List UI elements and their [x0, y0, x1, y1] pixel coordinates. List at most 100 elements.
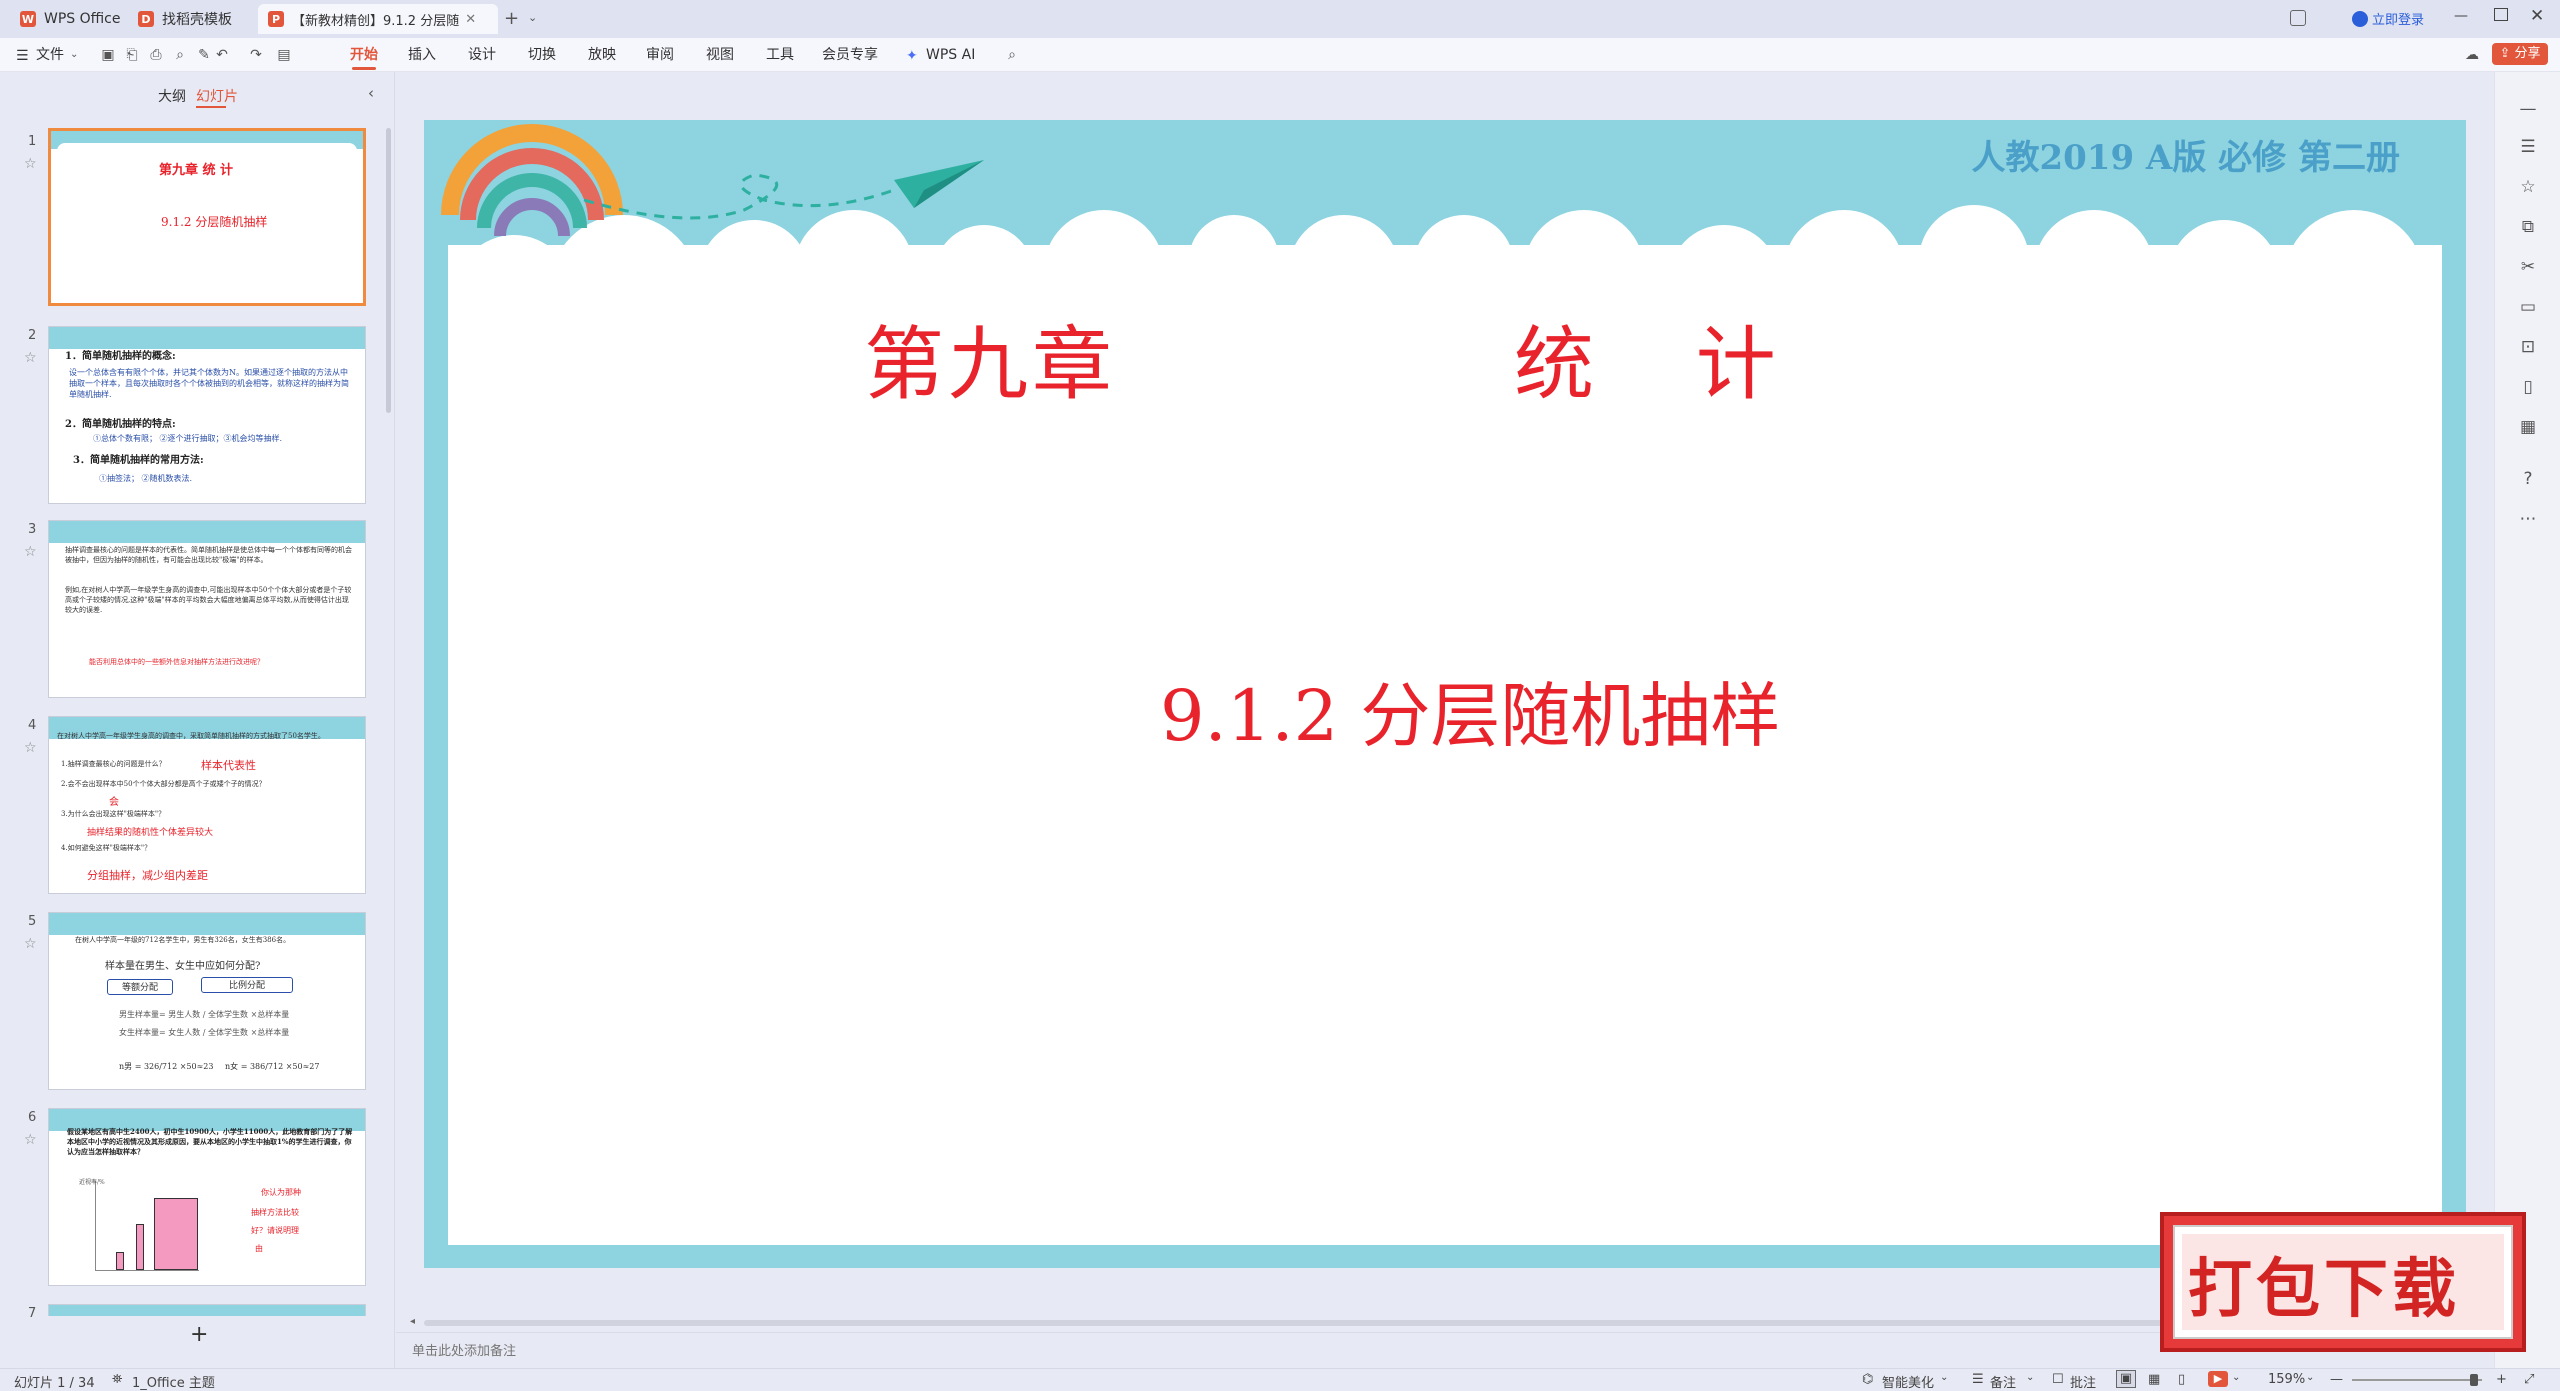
star-icon[interactable]: ☆ [24, 936, 37, 952]
slide-thumb-2[interactable]: 1．简单随机抽样的概念: 设一个总体含有有限个个体，并记其个体数为N。如果通过逐… [48, 326, 366, 504]
star-icon[interactable]: ☆ [24, 350, 37, 366]
theme-name[interactable]: 1_Office 主题 [132, 1372, 215, 1391]
new-tab-icon[interactable]: + [504, 8, 519, 29]
help-icon[interactable]: ? [2517, 468, 2539, 490]
notes-placeholder[interactable]: 单击此处添加备注 [412, 1340, 516, 1359]
tab-label: 【新教材精创】9.1.2 分层随 [292, 13, 460, 29]
format-painter-icon[interactable]: ✎ [196, 47, 212, 63]
undo-icon[interactable]: ↶ [214, 47, 230, 63]
menu-wps-ai[interactable]: WPS AI [926, 38, 975, 72]
slide-thumb-3[interactable]: 抽样调查最核心的问题是样本的代表性。简单随机抽样是使总体中每一个个体都有同等的机… [48, 520, 366, 698]
more-icon[interactable]: ⋯ [2517, 508, 2539, 530]
slide-header-text[interactable]: 人教2019 A版 必修 第二册 [1971, 130, 2400, 179]
chevron-down-icon[interactable]: ⌄ [2232, 1372, 2240, 1383]
tab-label: 找稻壳模板 [162, 12, 232, 28]
cloud-icon[interactable]: ☁ [2464, 47, 2480, 63]
menu-insert[interactable]: 插入 [408, 38, 436, 72]
slide-thumb-6[interactable]: 假设某地区有高中生2400人，初中生10900人，小学生11000人，此地教育部… [48, 1108, 366, 1286]
notes-button[interactable]: 备注 [1990, 1372, 2016, 1391]
login-button[interactable]: 立即登录 [2352, 9, 2424, 28]
slide-subtitle[interactable]: 9.1.2 分层随机抽样 [1160, 660, 1780, 761]
share-button[interactable]: ⇪ 分享 [2492, 43, 2548, 65]
minimize-icon[interactable]: — [2454, 8, 2468, 24]
thumb-text: 3.为什么会出现这样"极端样本"？ [61, 810, 166, 818]
search-icon[interactable]: ⌕ [1004, 47, 1020, 63]
zoom-level[interactable]: 159% [2268, 1372, 2305, 1387]
normal-view-icon[interactable]: ▣ [2116, 1370, 2136, 1388]
slide-thumb-7[interactable] [48, 1304, 366, 1316]
menu-slideshow[interactable]: 放映 [588, 38, 616, 72]
star-icon[interactable]: ☆ [24, 740, 37, 756]
tab-slides[interactable]: 幻灯片 [196, 86, 238, 106]
magic-icon[interactable]: ✂ [2517, 256, 2539, 278]
fit-window-icon[interactable]: ⤢ [2524, 1372, 2534, 1387]
sliders-icon[interactable]: ☰ [2517, 136, 2539, 158]
thumb-text: 2.会不会出现样本中50个个体大部分都是高个子或矮个子的情况？ [61, 780, 266, 788]
menu-design[interactable]: 设计 [468, 38, 496, 72]
zoom-out-icon[interactable]: — [2330, 1372, 2343, 1387]
grid-icon[interactable]: ▦ [2517, 416, 2539, 438]
zoom-slider-handle[interactable] [2470, 1374, 2478, 1386]
hamburger-icon[interactable]: ☰ [16, 48, 29, 64]
menu-tools[interactable]: 工具 [766, 38, 794, 72]
layout-icon[interactable]: ▭ [2517, 296, 2539, 318]
chevron-down-icon[interactable]: ⌄ [1940, 1372, 1948, 1383]
chevron-down-icon[interactable]: ⌄ [70, 49, 78, 60]
slide-number: 3 [28, 522, 37, 537]
add-slide-button[interactable]: + [190, 1322, 208, 1347]
restore-icon[interactable] [2494, 8, 2508, 21]
star-icon[interactable]: ☆ [24, 544, 37, 560]
close-icon[interactable]: ✕ [465, 12, 476, 27]
smart-beautify-button[interactable]: 智能美化 [1882, 1372, 1934, 1391]
menu-home[interactable]: 开始 [350, 38, 378, 72]
download-promo[interactable]: 打包下载 [2158, 1204, 2528, 1354]
promo-text: 打包下载 [2188, 1252, 2460, 1327]
slide-thumb-4[interactable]: 在对树人中学高一年级学生身高的调查中，采取简单随机抽样的方式抽取了50名学生。 … [48, 716, 366, 894]
tab-template[interactable]: D 找稻壳模板 [128, 4, 253, 34]
menu-file[interactable]: 文件 [36, 38, 64, 72]
more-icon[interactable]: ▤ [276, 47, 292, 63]
image-icon[interactable]: ⊡ [2517, 336, 2539, 358]
slide-thumb-1[interactable]: 第九章 统 计 9.1.2 分层随机抽样 [48, 128, 366, 306]
export-icon[interactable]: ⎗ [124, 47, 140, 63]
book-icon[interactable]: ▯ [2517, 376, 2539, 398]
chevron-down-icon[interactable]: ⌄ [528, 11, 537, 24]
slide-title-2[interactable]: 统 计 [1514, 300, 1776, 416]
comments-button[interactable]: 批注 [2070, 1372, 2096, 1391]
reading-view-icon[interactable]: ▯ [2178, 1372, 2185, 1387]
panel-scrollbar[interactable] [386, 128, 391, 413]
slide-thumb-5[interactable]: 在树人中学高一年级的712名学生中，男生有326名，女生有386名。 样本量在男… [48, 912, 366, 1090]
star-icon[interactable]: ☆ [2517, 176, 2539, 198]
menu-view[interactable]: 视图 [706, 38, 734, 72]
tab-wps-office[interactable]: W WPS Office [10, 4, 125, 34]
menu-review[interactable]: 审阅 [646, 38, 674, 72]
sorter-view-icon[interactable]: ▦ [2148, 1372, 2160, 1387]
chevron-down-icon[interactable]: ⌄ [2306, 1372, 2314, 1383]
collapse-panel-icon[interactable]: ‹ [368, 84, 374, 102]
zoom-in-icon[interactable]: + [2496, 1372, 2507, 1387]
save-icon[interactable]: ▣ [100, 47, 116, 63]
tab-outline[interactable]: 大纲 [158, 86, 186, 106]
play-icon[interactable]: ▶ [2208, 1371, 2228, 1387]
star-icon[interactable]: ☆ [24, 156, 37, 172]
tab-document[interactable]: P 【新教材精创】9.1.2 分层随 ✕ [258, 4, 498, 34]
star-icon[interactable]: ☆ [24, 1132, 37, 1148]
copy-icon[interactable]: ⧉ [2517, 216, 2539, 238]
menu-member[interactable]: 会员专享 [822, 38, 878, 72]
thumb-text: 好？请说明理 [251, 1226, 299, 1235]
close-window-icon[interactable]: ✕ [2530, 6, 2544, 26]
share-icon: ⇪ [2499, 46, 2511, 61]
scroll-left-icon[interactable]: ◂ [410, 1316, 415, 1327]
slide-canvas[interactable]: 人教2019 A版 必修 第二册 第九章 统 计 9.1.2 分层随机抽样 [424, 120, 2466, 1268]
print-icon[interactable]: ⎙ [148, 47, 164, 63]
chevron-down-icon[interactable]: ⌄ [2026, 1372, 2034, 1383]
minus-icon[interactable]: — [2517, 98, 2539, 120]
menu-transition[interactable]: 切换 [528, 38, 556, 72]
slide-panel: 大纲 幻灯片 ‹ 1 ☆ 第九章 统 计 9.1.2 分层随机抽样 2 ☆ 1．… [0, 72, 395, 1368]
redo-icon[interactable]: ↷ [248, 47, 264, 63]
preview-icon[interactable]: ⌕ [172, 47, 188, 63]
thumb-title: 第九章 统 计 [159, 163, 234, 178]
window-icon[interactable] [2290, 10, 2306, 26]
zoom-slider[interactable] [2352, 1379, 2482, 1381]
slide-title[interactable]: 第九章 [864, 300, 1116, 416]
